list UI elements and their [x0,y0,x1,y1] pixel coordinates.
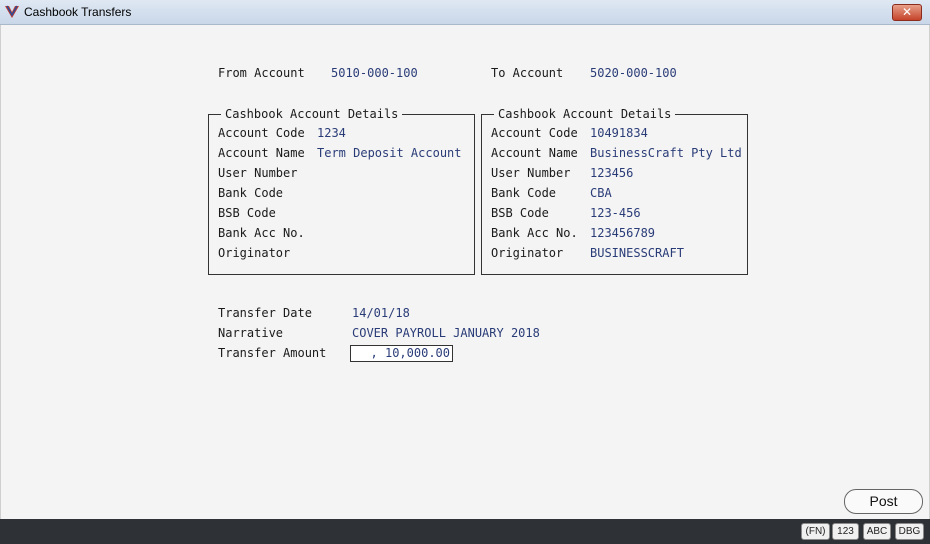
app-logo-icon [5,5,19,18]
from-account-code-value: 1234 [317,126,346,140]
to-account-name-value: BusinessCraft Pty Ltd [590,146,742,160]
to-account-label: To Account [491,66,564,80]
to-bsb-code-value: 123-456 [590,206,641,220]
narrative-field[interactable]: COVER PAYROLL JANUARY 2018 [352,326,540,340]
transfer-amount-label: Transfer Amount [218,346,327,360]
from-bank-code-label: Bank Code [218,186,284,200]
from-user-number-label: User Number [218,166,298,180]
transfer-date-label: Transfer Date [218,306,312,320]
to-user-number-value: 123456 [590,166,634,180]
to-user-number-label: User Number [491,166,571,180]
to-account-code-value: 10491834 [590,126,648,140]
to-bank-code-label: Bank Code [491,186,557,200]
close-icon: ✕ [901,5,913,19]
from-account-name-label: Account Name [218,146,305,160]
title-bar: Cashbook Transfers ✕ [0,0,930,25]
fn-mode-button[interactable]: (FN) [801,523,830,540]
main-content: From Account 5010-000-100 To Account 502… [0,25,930,519]
to-account-value[interactable]: 5020-000-100 [590,66,677,80]
from-account-value[interactable]: 5010-000-100 [331,66,418,80]
narrative-label: Narrative [218,326,284,340]
to-account-name-label: Account Name [491,146,578,160]
to-bank-code-value: CBA [590,186,612,200]
to-bsb-code-label: BSB Code [491,206,549,220]
close-button[interactable]: ✕ [892,4,922,21]
from-bank-acc-no-label: Bank Acc No. [218,226,305,240]
window-title: Cashbook Transfers [24,5,132,19]
post-button[interactable]: Post [844,489,923,514]
from-account-label: From Account [218,66,305,80]
numeric-mode-button[interactable]: 123 [832,523,859,540]
from-account-code-label: Account Code [218,126,305,140]
transfer-amount-input[interactable]: , 10,000.00 [350,345,453,362]
alpha-mode-button[interactable]: ABC [863,523,891,540]
to-originator-value: BUSINESSCRAFT [590,246,684,260]
to-bank-acc-no-value: 123456789 [590,226,656,240]
from-account-name-value: Term Deposit Account [317,146,462,160]
to-details-legend: Cashbook Account Details [494,107,676,121]
to-originator-label: Originator [491,246,564,260]
debug-mode-button[interactable]: DBG [895,523,924,540]
from-originator-label: Originator [218,246,291,260]
transfer-date-field[interactable]: 14/01/18 [352,306,410,320]
status-bar: (FN) 123 ABC DBG [0,519,930,544]
from-details-legend: Cashbook Account Details [221,107,403,121]
from-bsb-code-label: BSB Code [218,206,276,220]
to-account-code-label: Account Code [491,126,578,140]
to-bank-acc-no-label: Bank Acc No. [491,226,578,240]
